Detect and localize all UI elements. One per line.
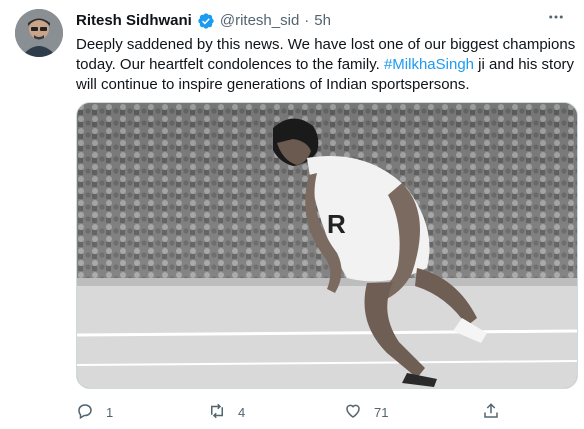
reply-count: 1 (106, 404, 114, 420)
author-name[interactable]: Ritesh Sidhwani (76, 12, 192, 30)
tweet[interactable]: Ritesh Sidhwani @ritesh_sid · 5h Deeply … (0, 0, 584, 429)
hashtag-link[interactable]: #MilkhaSingh (384, 56, 474, 73)
tweet-header: Ritesh Sidhwani @ritesh_sid · 5h (76, 12, 331, 30)
athlete-photo: R (77, 103, 577, 388)
header-separator: · (304, 12, 310, 29)
like-count: 71 (374, 404, 389, 420)
like-icon (344, 402, 362, 423)
svg-text:R: R (327, 209, 346, 239)
retweet-icon (208, 402, 226, 423)
avatar[interactable] (15, 9, 63, 57)
like-button[interactable]: 71 (344, 402, 388, 422)
tweet-image[interactable]: R (76, 102, 578, 389)
tweet-time[interactable]: 5h (314, 12, 331, 30)
author-handle[interactable]: @ritesh_sid (220, 12, 299, 30)
share-button[interactable] (482, 402, 500, 422)
more-icon[interactable] (544, 8, 568, 26)
retweet-count: 4 (238, 404, 246, 420)
tweet-text: Deeply saddened by this news. We have lo… (76, 35, 576, 95)
share-icon (482, 402, 500, 423)
tweet-actions: 1 4 71 (76, 402, 516, 422)
reply-icon (76, 402, 94, 423)
reply-button[interactable]: 1 (76, 402, 113, 422)
verified-badge-icon (197, 12, 215, 30)
retweet-button[interactable]: 4 (208, 402, 245, 422)
